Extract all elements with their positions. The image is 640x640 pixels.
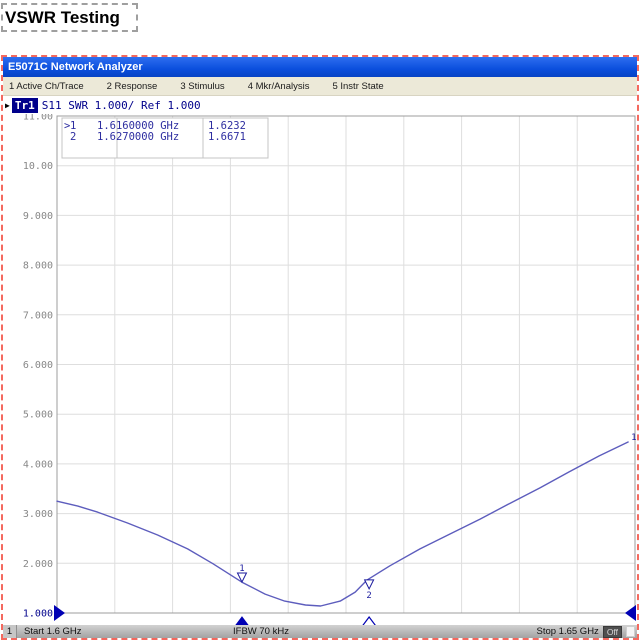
ref-level-right-triangle-icon[interactable] (625, 605, 636, 621)
trace-status-bar: ▶ Tr1 S11 SWR 1.000/ Ref 1.000 (3, 96, 637, 115)
menu-item-4[interactable]: 4 Mkr/Analysis (248, 81, 310, 92)
y-axis-tick-label: 10.00 (23, 161, 53, 172)
stop-frequency-label: Stop 1.65 GHz (537, 626, 599, 637)
channel-number: 1 (3, 625, 17, 638)
y-axis-tick-label: 11.00 (23, 114, 53, 123)
menu-item-2[interactable]: 2 Response (107, 81, 158, 92)
trace-end-number: 1 (631, 433, 636, 443)
y-axis-tick-label: 7.000 (23, 310, 53, 321)
marker-readout-value: 1.6671 (208, 131, 246, 143)
marker-readout-frequency: 1.6270000 GHz (97, 131, 179, 143)
slide-title: VSWR Testing (5, 8, 120, 28)
active-trace-arrow-icon: ▶ (5, 101, 10, 110)
status-corner-box (626, 626, 635, 637)
y-axis-tick-label: 3.000 (23, 509, 53, 520)
menu-item-1[interactable]: 1 Active Ch/Trace (9, 81, 84, 92)
y-axis-tick-label: 1.000 (23, 609, 53, 620)
slide-title-textbox[interactable]: VSWR Testing (1, 3, 138, 32)
y-axis-tick-label: 4.000 (23, 459, 53, 470)
y-axis-tick-label: 8.000 (23, 261, 53, 272)
y-axis-tick-label: 6.000 (23, 360, 53, 371)
trace-settings-text: S11 SWR 1.000/ Ref 1.000 (42, 99, 201, 112)
window-title: E5071C Network Analyzer (8, 61, 143, 73)
vswr-trace (57, 442, 628, 606)
y-axis-tick-label: 9.000 (23, 211, 53, 222)
menu-bar: 1 Active Ch/Trace 2 Response 3 Stimulus 4 M… (3, 77, 637, 96)
ifbw-label: IFBW 70 kHz (233, 626, 289, 637)
network-analyzer-window: E5071C Network Analyzer 1 Active Ch/Trac… (1, 55, 639, 640)
ref-level-left-triangle-icon[interactable] (54, 605, 65, 621)
menu-item-5[interactable]: 5 Instr State (332, 81, 383, 92)
trace-label-chip[interactable]: Tr1 (12, 98, 38, 113)
menu-item-3[interactable]: 3 Stimulus (180, 81, 224, 92)
marker-2-triangle-icon[interactable] (365, 580, 374, 589)
start-frequency-label: Start 1.6 GHz (24, 626, 82, 637)
y-axis-tick-label: 2.000 (23, 559, 53, 570)
status-off-badge: Off (603, 626, 622, 638)
y-axis-tick-label: 5.000 (23, 410, 53, 421)
marker-readout-number: 2 (70, 131, 76, 143)
window-titlebar[interactable]: E5071C Network Analyzer (3, 57, 637, 77)
marker-2-number: 2 (366, 591, 371, 601)
status-right-group: Stop 1.65 GHz Off (537, 626, 636, 638)
instrument-status-bar: 1 Start 1.6 GHz IFBW 70 kHz Stop 1.65 GH… (3, 625, 637, 638)
vswr-plot-area: 11.00 10.00 9.000 8.000 7.000 6.000 5.000 4.000… (3, 114, 637, 628)
